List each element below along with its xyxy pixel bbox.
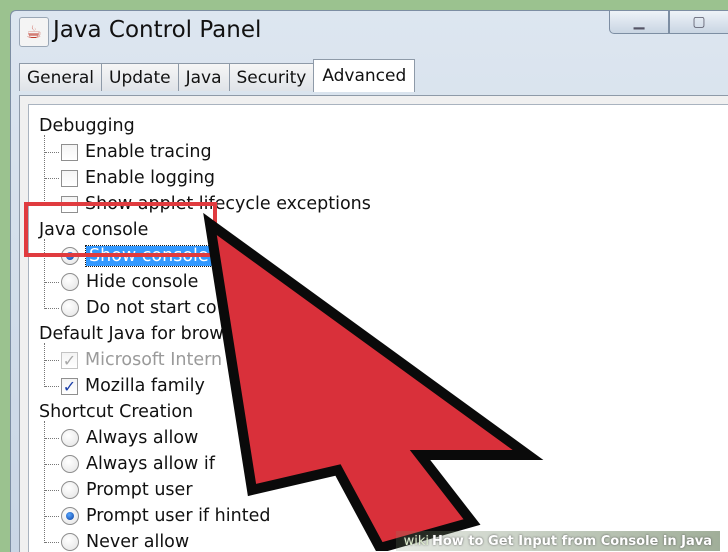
option-enable-tracing[interactable]: Enable tracing [29, 139, 212, 165]
watermark-text: How to Get Input from Console in Java [432, 533, 712, 549]
option-show-applet-lifecycle-exceptions[interactable]: Show applet lifecycle exceptions [29, 191, 371, 217]
option-prompt-user-if-hinted[interactable]: Prompt user if hinted [29, 503, 270, 529]
checkbox[interactable] [61, 143, 78, 161]
group-heading: Default Java for brow [39, 324, 224, 344]
checkmark-icon: ✓ [62, 376, 77, 396]
tab-java[interactable]: Java [177, 63, 230, 91]
group-debugging: Debugging [29, 113, 135, 139]
radio-button[interactable] [61, 533, 79, 551]
radio-button[interactable] [61, 455, 79, 473]
minimize-button[interactable]: ▁ [609, 11, 669, 34]
option-show-console[interactable]: Show console [29, 243, 213, 269]
tab-general[interactable]: General [19, 63, 102, 91]
option-prompt-user[interactable]: Prompt user [29, 477, 193, 503]
maximize-icon: ▢ [692, 14, 706, 30]
group-heading: Debugging [39, 116, 135, 136]
option-label: Enable logging [85, 168, 216, 188]
radio-button[interactable] [61, 247, 79, 265]
option-label: Always allow [86, 428, 199, 448]
group-heading: Shortcut Creation [39, 402, 194, 422]
checkbox: ✓ [61, 350, 78, 370]
radio-button[interactable] [61, 429, 79, 447]
window-title: Java Control Panel [53, 17, 262, 43]
option-label: Show applet lifecycle exceptions [85, 194, 371, 214]
option-label: Prompt user [86, 480, 193, 500]
option-label: Show console [85, 245, 213, 267]
settings-tree: Debugging Enable tracing Enable logging … [28, 104, 728, 552]
radio-button[interactable] [61, 481, 79, 499]
checkbox[interactable]: ✓ [61, 376, 78, 396]
checkbox[interactable] [61, 195, 78, 213]
option-microsoft-internet-explorer: ✓ Microsoft Intern [29, 347, 222, 373]
advanced-panel: Debugging Enable tracing Enable logging … [19, 95, 728, 552]
option-label: Mozilla family [85, 376, 205, 396]
tab-strip: General Update Java Security Advanced [19, 59, 416, 92]
radio-button[interactable] [61, 299, 79, 317]
option-always-allow[interactable]: Always allow [29, 425, 198, 451]
option-label: Never allow [86, 532, 190, 552]
option-label: Do not start co [86, 298, 217, 318]
option-label: Enable tracing [85, 142, 212, 162]
checkbox[interactable] [61, 169, 78, 187]
java-control-panel-window: ☕ Java Control Panel ▁ ▢ General Update … [10, 10, 728, 552]
radio-button[interactable] [61, 507, 79, 525]
minimize-icon: ▁ [633, 14, 645, 30]
window-controls: ▁ ▢ [609, 11, 728, 34]
watermark-wiki: wiki [403, 533, 429, 549]
option-label: Microsoft Intern [85, 350, 223, 370]
maximize-button[interactable]: ▢ [669, 11, 728, 34]
group-heading: Java console [39, 220, 149, 240]
watermark: wiki How to Get Input from Console in Ja… [395, 531, 720, 551]
group-default-java-for-browsers: Default Java for brow [29, 321, 224, 347]
option-enable-logging[interactable]: Enable logging [29, 165, 215, 191]
tab-update[interactable]: Update [101, 63, 179, 91]
option-label: Prompt user if hinted [86, 506, 271, 526]
radio-button[interactable] [61, 273, 79, 291]
group-java-console: Java console [29, 217, 148, 243]
tab-security[interactable]: Security [228, 63, 315, 91]
option-label: Always allow if [86, 454, 215, 474]
option-hide-console[interactable]: Hide console [29, 269, 198, 295]
option-always-allow-if-hinted[interactable]: Always allow if [29, 451, 215, 477]
option-mozilla-family[interactable]: ✓ Mozilla family [29, 373, 205, 399]
option-never-allow[interactable]: Never allow [29, 529, 189, 552]
tab-advanced[interactable]: Advanced [313, 59, 416, 92]
option-label: Hide console [86, 272, 199, 292]
option-do-not-start-console[interactable]: Do not start co [29, 295, 217, 321]
group-shortcut-creation: Shortcut Creation [29, 399, 193, 425]
java-cup-icon[interactable]: ☕ [19, 17, 49, 47]
checkmark-icon: ✓ [62, 350, 77, 370]
